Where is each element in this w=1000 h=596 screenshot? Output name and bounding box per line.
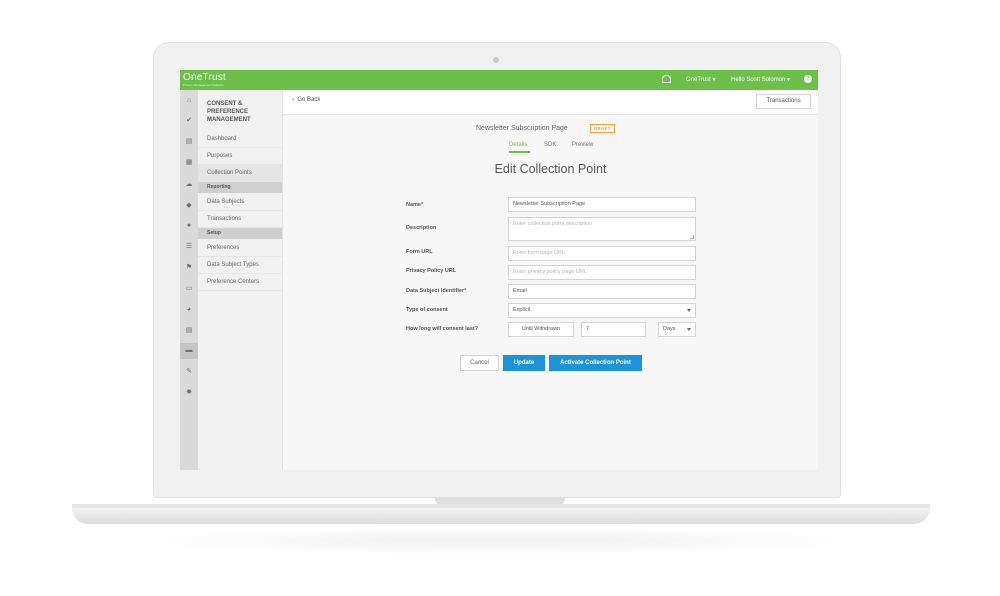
laptop-camera <box>493 57 499 63</box>
privacy-url-label: Privacy Policy URL <box>406 268 457 274</box>
wrench-icon[interactable]: ✎ <box>185 368 193 376</box>
nav-item-dashboard[interactable]: Dashboard <box>198 131 282 148</box>
subnav-title: CONSENT & PREFERENCE MANAGEMENT <box>207 101 251 123</box>
cancel-button[interactable]: Cancel <box>460 355 499 371</box>
description-placeholder: Enter collection point description <box>513 221 593 227</box>
nav-item-preferences[interactable]: Preferences <box>198 240 282 257</box>
nav-item-purposes[interactable]: Purposes <box>198 148 282 165</box>
tab-details[interactable]: Details <box>509 142 527 148</box>
description-textarea[interactable]: Enter collection point description <box>508 217 696 241</box>
nav-item-collection-points[interactable]: Collection Points <box>198 165 282 182</box>
collection-point-name: Newsletter Subscription Page <box>476 125 568 132</box>
tag-icon[interactable]: ◆ <box>185 202 193 210</box>
logo-tagline: Privacy Management Software <box>183 83 224 87</box>
icon-rail: ⌂ ✔ ▤ ▦ ☁ ◆ ● ☰ ⚑ ▭ ◕ ▬ ▤ ✎ ✹ <box>180 90 198 470</box>
active-tab-indicator <box>509 151 530 153</box>
nav-item-transactions[interactable]: Transactions <box>198 211 282 228</box>
nav-item-data-subject-types[interactable]: Data Subject Types <box>198 257 282 274</box>
resize-handle-icon[interactable] <box>690 235 694 239</box>
transactions-button[interactable]: Transactions <box>756 94 811 109</box>
activate-collection-point-button[interactable]: Activate Collection Point <box>549 355 642 371</box>
grid-icon[interactable]: ▦ <box>185 159 193 167</box>
main-content: ‹ Go Back Transactions Newsletter Subscr… <box>283 90 818 470</box>
folder-icon[interactable]: ▭ <box>185 285 193 293</box>
consent-type-select[interactable]: Explicit <box>508 303 696 318</box>
page-heading: Edit Collection Point <box>494 162 607 176</box>
laptop-base <box>72 508 930 524</box>
description-label: Description <box>406 225 437 231</box>
help-icon[interactable]: ? <box>804 75 812 83</box>
form-url-input[interactable]: Enter form page URL <box>508 246 696 261</box>
tab-sdk[interactable]: SDK <box>544 142 556 148</box>
name-input[interactable]: Newsletter Subscription Page <box>508 197 696 212</box>
go-back-link[interactable]: ‹ Go Back <box>292 97 320 103</box>
nav-header-setup: Setup <box>198 228 282 239</box>
laptop-shadow <box>120 526 880 556</box>
consent-subnav: CONSENT & PREFERENCE MANAGEMENT Dashboar… <box>198 90 283 470</box>
document-icon[interactable]: ▤ <box>185 138 193 146</box>
user-menu[interactable]: Hello Scott Solomon ▾ <box>731 76 790 83</box>
duration-input[interactable]: 7 <box>581 322 646 337</box>
card-icon[interactable]: ▬ <box>185 347 193 355</box>
consent-type-label: Type of consent <box>406 307 448 313</box>
chevron-down-icon <box>687 309 691 312</box>
notification-icon[interactable] <box>662 75 671 83</box>
name-label: Name* <box>406 202 424 208</box>
nav-header-reporting: Reporting <box>198 182 282 193</box>
duration-unit-select[interactable]: Days <box>658 322 696 337</box>
identifier-label: Data Subject Identifier* <box>406 288 467 294</box>
nav-item-data-subjects[interactable]: Data Subjects <box>198 194 282 211</box>
update-button[interactable]: Update <box>503 355 545 371</box>
home-icon[interactable]: ⌂ <box>185 97 193 105</box>
duration-label: How long will consent last? <box>406 326 479 332</box>
gear-icon[interactable]: ✹ <box>185 389 193 397</box>
status-badge: DRAFT <box>590 124 615 133</box>
duration-unit-value: Days <box>663 326 676 332</box>
list-icon[interactable]: ☰ <box>185 243 193 251</box>
org-menu[interactable]: OneTrust ▾ <box>686 76 715 83</box>
content-header: ‹ Go Back Transactions <box>283 90 818 115</box>
privacy-url-input[interactable]: Enter privacy policy page URL <box>508 265 696 280</box>
chevron-left-icon: ‹ <box>292 97 294 103</box>
flag-icon[interactable]: ⚑ <box>185 264 193 272</box>
go-back-label: Go Back <box>297 97 321 103</box>
form-url-label: Form URL <box>406 249 433 255</box>
nav-item-preference-centers[interactable]: Preference Centers <box>198 274 282 291</box>
until-withdrawn-button[interactable]: Until Withdrawn <box>508 322 574 337</box>
cloud-icon[interactable]: ☁ <box>185 181 193 189</box>
globe-icon[interactable]: ● <box>185 222 193 230</box>
chevron-down-icon <box>687 328 691 331</box>
identifier-input[interactable]: Email <box>508 284 696 299</box>
chart-icon[interactable]: ◕ <box>185 306 193 314</box>
tab-preview[interactable]: Preview <box>572 142 593 148</box>
check-icon[interactable]: ✔ <box>185 117 193 125</box>
app-screen: OneTrust Privacy Management Software One… <box>180 70 818 470</box>
top-bar: OneTrust Privacy Management Software One… <box>180 70 818 90</box>
consent-type-value: Explicit <box>513 307 531 313</box>
onetrust-logo[interactable]: OneTrust <box>183 72 226 83</box>
card-icon-alt[interactable]: ▤ <box>185 327 193 335</box>
